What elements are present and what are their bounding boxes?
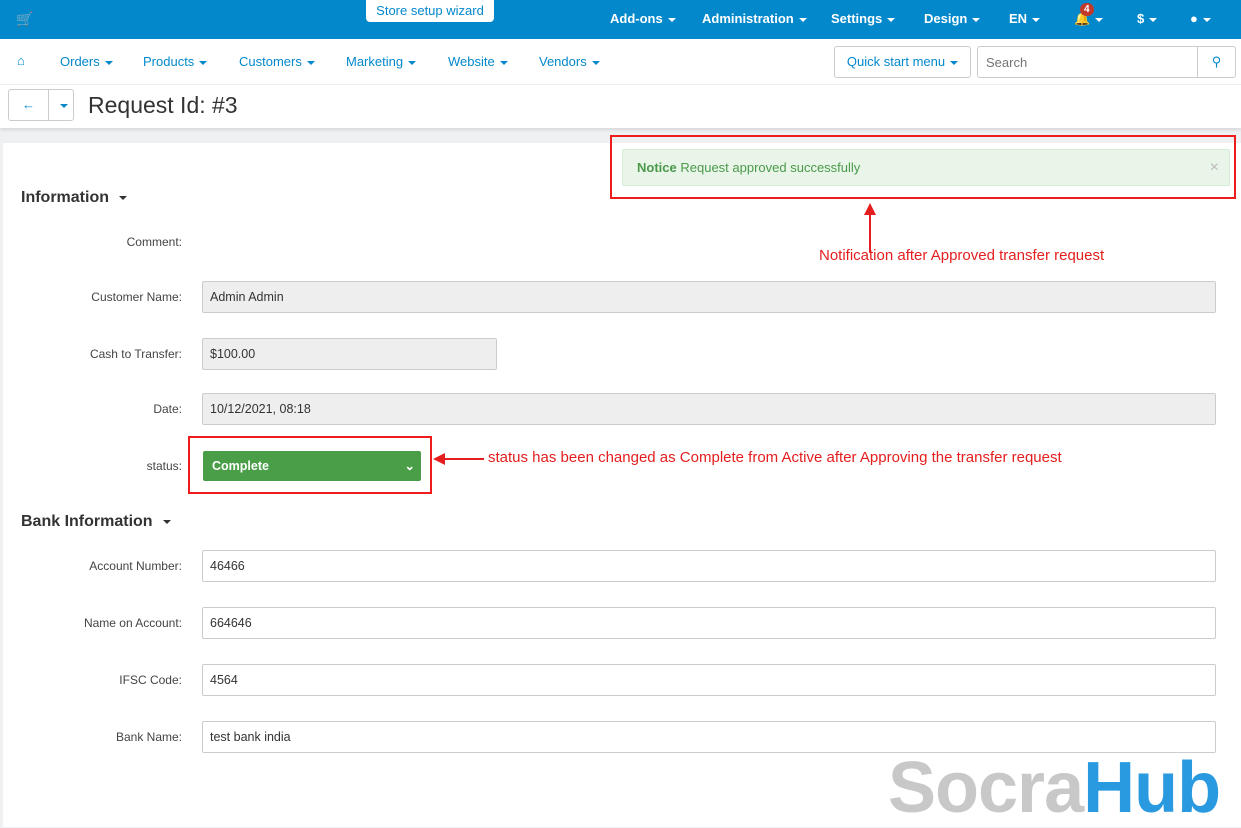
date-label: Date:	[153, 402, 182, 416]
annotation-arrow-up	[869, 212, 871, 252]
cart-icon[interactable]: 🛒	[16, 11, 33, 28]
menu-label: $	[1137, 11, 1145, 26]
nav-products[interactable]: Products	[143, 54, 208, 69]
arrow-head-icon	[433, 453, 445, 465]
menu-label: Settings	[831, 11, 883, 26]
nav-customers[interactable]: Customers	[239, 54, 315, 69]
name-on-account-field[interactable]: 664646	[202, 607, 1216, 639]
back-dropdown-button[interactable]	[48, 89, 74, 121]
annotation-box-notice	[610, 135, 1236, 199]
cash-field[interactable]: $100.00	[202, 338, 497, 370]
back-button[interactable]: ←	[8, 89, 49, 121]
menu-label: EN	[1009, 11, 1028, 26]
section-bank-information[interactable]: Bank Information	[21, 513, 171, 531]
notifications-button[interactable]: 🔔 4	[1074, 3, 1104, 27]
page-title: Request Id: #3	[88, 92, 238, 118]
store-setup-wizard-button[interactable]: Store setup wizard	[366, 0, 494, 22]
menu-administration[interactable]: Administration	[702, 11, 807, 26]
notification-badge: 4	[1080, 3, 1094, 16]
account-number-label: Account Number:	[89, 559, 182, 573]
arrow-left-icon: ←	[22, 97, 35, 112]
home-icon[interactable]: ⌂	[17, 53, 25, 68]
annotation-notice: Notification after Approved transfer req…	[819, 247, 1105, 264]
bank-name-label: Bank Name:	[115, 730, 182, 744]
status-label: status:	[146, 459, 182, 473]
ifsc-label: IFSC Code:	[119, 673, 182, 687]
menu-label: Design	[924, 11, 968, 26]
search-input[interactable]	[977, 46, 1198, 78]
quick-start-menu-button[interactable]: Quick start menu	[834, 46, 971, 78]
chevron-down-icon	[59, 103, 68, 108]
annotation-arrow-left	[444, 458, 484, 460]
customer-name-field[interactable]: Admin Admin	[202, 281, 1216, 313]
search-button[interactable]: ⚲	[1197, 46, 1236, 78]
nav-website[interactable]: Website	[448, 54, 508, 69]
menu-currency[interactable]: $	[1137, 11, 1158, 26]
account-number-field[interactable]: 46466	[202, 550, 1216, 582]
menu-language[interactable]: EN	[1009, 11, 1041, 26]
nav-marketing[interactable]: Marketing	[346, 54, 417, 69]
cash-label: Cash to Transfer:	[89, 347, 182, 361]
annotation-status: status has been changed as Complete from…	[488, 449, 1062, 466]
arrow-head-icon	[864, 203, 876, 215]
date-field[interactable]: 10/12/2021, 08:18	[202, 393, 1216, 425]
comment-label: Comment:	[126, 235, 182, 249]
user-menu[interactable]: ●	[1190, 11, 1211, 26]
search-icon: ⚲	[1211, 54, 1222, 69]
section-information[interactable]: Information	[21, 189, 127, 207]
user-icon: ●	[1190, 11, 1198, 26]
annotation-box-status	[188, 436, 432, 494]
ifsc-field[interactable]: 4564	[202, 664, 1216, 696]
watermark-logo: SocraHub	[888, 748, 1221, 828]
nav-orders[interactable]: Orders	[60, 54, 113, 69]
menu-label: Add-ons	[610, 11, 663, 26]
menu-label: Administration	[702, 11, 794, 26]
nav-vendors[interactable]: Vendors	[539, 54, 600, 69]
name-on-account-label: Name on Account:	[83, 616, 182, 630]
menu-settings[interactable]: Settings	[831, 11, 896, 26]
customer-name-label: Customer Name:	[91, 290, 182, 304]
menu-addons[interactable]: Add-ons	[610, 11, 676, 26]
menu-design[interactable]: Design	[924, 11, 981, 26]
